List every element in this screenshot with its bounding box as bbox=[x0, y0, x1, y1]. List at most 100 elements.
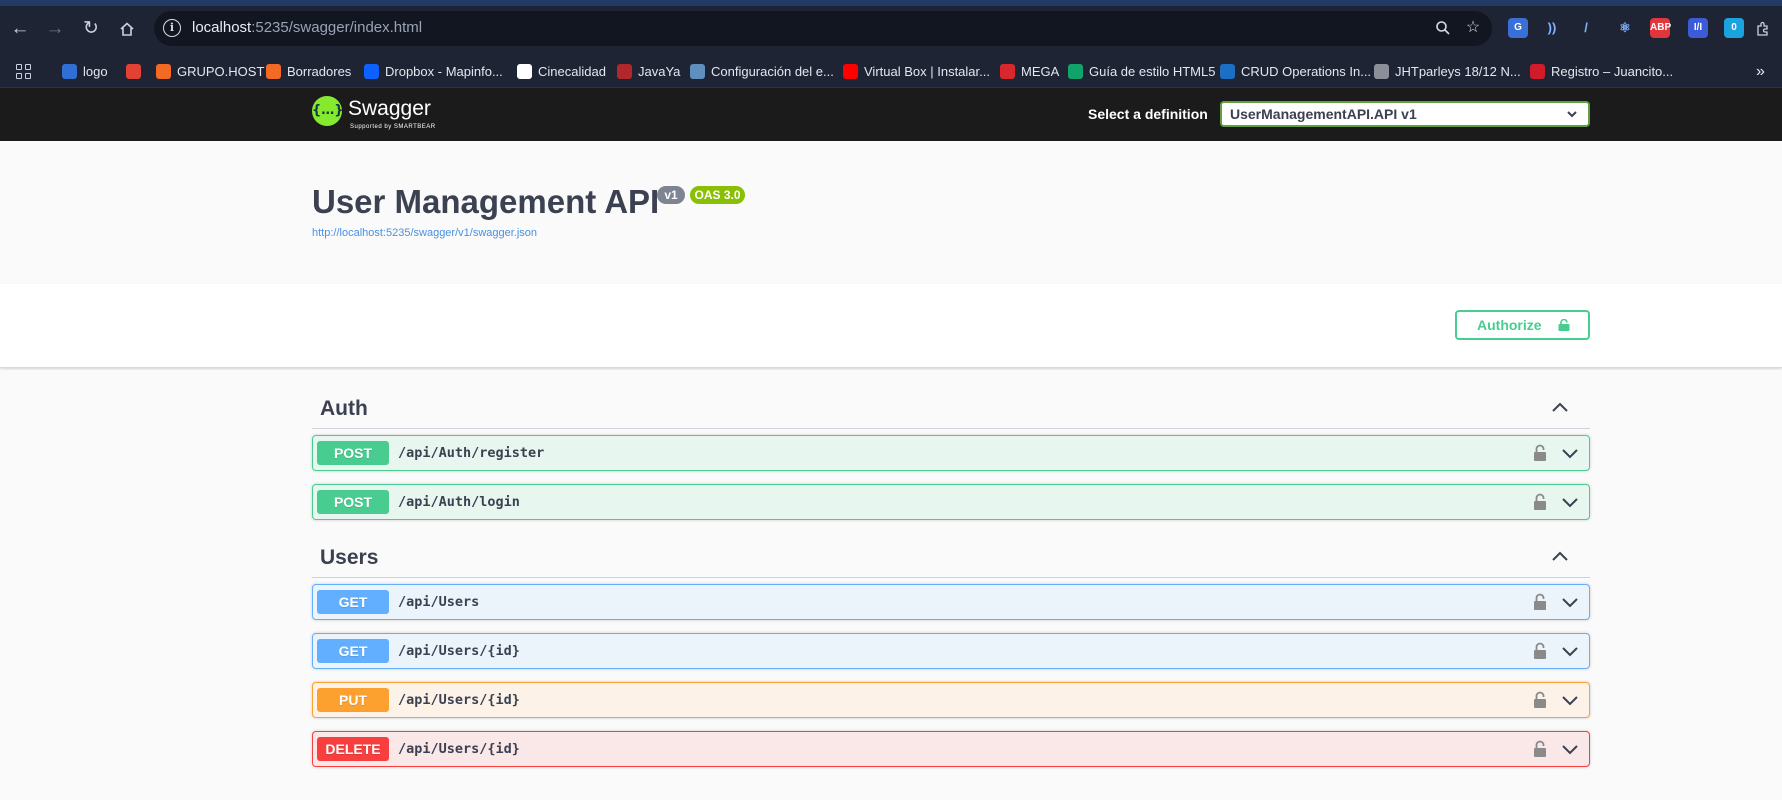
bookmark-item[interactable]: GRUPO.HOST bbox=[156, 62, 264, 82]
definition-select[interactable]: UserManagementAPI.API v1 bbox=[1220, 101, 1590, 127]
adblock-extension-icon[interactable]: ABP bbox=[1650, 18, 1671, 38]
method-badge: POST bbox=[317, 490, 389, 514]
puzzle-extensions-icon[interactable] bbox=[1750, 16, 1776, 42]
bookmark-favicon-icon bbox=[1000, 64, 1015, 79]
bookmark-favicon-icon bbox=[843, 64, 858, 79]
feather-extension-icon[interactable]: / bbox=[1576, 18, 1596, 38]
operation-put[interactable]: PUT/api/Users/{id} bbox=[312, 682, 1590, 718]
address-bar[interactable]: i localhost:5235/swagger/index.html ☆ bbox=[154, 11, 1492, 46]
bookmark-label: logo bbox=[83, 64, 108, 79]
reload-icon[interactable]: ↻ bbox=[78, 16, 104, 42]
url-host: localhost bbox=[192, 19, 252, 36]
apps-grid-icon[interactable] bbox=[16, 64, 32, 80]
bookmark-label: GRUPO.HOST bbox=[177, 64, 265, 79]
bookmark-favicon-icon bbox=[1220, 64, 1235, 79]
method-badge: GET bbox=[317, 590, 389, 614]
bookmark-item[interactable] bbox=[126, 62, 147, 82]
chevron-down-icon[interactable] bbox=[1561, 445, 1579, 463]
bookmark-item[interactable]: Cinecalidad bbox=[517, 62, 606, 82]
wifi-extension-icon[interactable]: )) bbox=[1542, 18, 1562, 38]
forward-arrow-icon[interactable]: → bbox=[42, 16, 68, 42]
unlock-icon bbox=[1558, 319, 1570, 331]
browser-toolbar: ← → ↻ i localhost:5235/swagger/index.htm… bbox=[0, 0, 1782, 56]
definition-select-value: UserManagementAPI.API v1 bbox=[1230, 106, 1417, 122]
bookmark-item[interactable]: Dropbox - Mapinfo... bbox=[364, 62, 503, 82]
method-badge: GET bbox=[317, 639, 389, 663]
bookmark-item[interactable]: MEGA bbox=[1000, 62, 1059, 82]
lock-icon[interactable] bbox=[1533, 444, 1547, 462]
operation-get[interactable]: GET/api/Users bbox=[312, 584, 1590, 620]
operation-delete[interactable]: DELETE/api/Users/{id} bbox=[312, 731, 1590, 767]
bookmark-item[interactable]: Borradores bbox=[266, 62, 351, 82]
swagger-logo-icon[interactable]: {…} bbox=[312, 96, 344, 126]
authorize-button[interactable]: Authorize bbox=[1455, 310, 1590, 340]
swagger-logo-subtext: Supported by SMARTBEAR bbox=[350, 124, 436, 130]
bookmark-item[interactable]: JavaYa bbox=[617, 62, 680, 82]
bookmark-label: JHTparleys 18/12 N... bbox=[1395, 64, 1521, 79]
method-badge: DELETE bbox=[317, 737, 389, 761]
code-extension-icon[interactable]: I/I bbox=[1688, 18, 1708, 38]
operation-post[interactable]: POST/api/Auth/login bbox=[312, 484, 1590, 520]
method-badge: POST bbox=[317, 441, 389, 465]
url-path: :5235/swagger/index.html bbox=[251, 19, 423, 36]
chevron-down-icon[interactable] bbox=[1561, 692, 1579, 710]
bookmark-label: Configuración del e... bbox=[711, 64, 834, 79]
bookmark-favicon-icon bbox=[517, 64, 532, 79]
tag-section-auth[interactable]: Auth bbox=[312, 387, 1590, 429]
bookmark-favicon-icon bbox=[364, 64, 379, 79]
bookmark-star-icon[interactable]: ☆ bbox=[1462, 17, 1484, 39]
operation-get[interactable]: GET/api/Users/{id} bbox=[312, 633, 1590, 669]
operation-path: /api/Auth/login bbox=[398, 494, 520, 510]
swagger-logo-text[interactable]: Swagger bbox=[348, 97, 431, 121]
bookmark-item[interactable]: Registro – Juancito... bbox=[1530, 62, 1673, 82]
chevron-up-icon[interactable] bbox=[1550, 398, 1570, 418]
badge-extension-icon[interactable]: 0 bbox=[1724, 18, 1744, 38]
operation-path: /api/Users/{id} bbox=[398, 643, 520, 659]
chevron-up-icon[interactable] bbox=[1550, 547, 1570, 567]
definition-select-label: Select a definition bbox=[1088, 106, 1208, 122]
spec-url-link[interactable]: http://localhost:5235/swagger/v1/swagger… bbox=[312, 227, 537, 239]
bookmark-favicon-icon bbox=[156, 64, 171, 79]
bookmark-item[interactable]: Configuración del e... bbox=[690, 62, 834, 82]
home-icon[interactable] bbox=[114, 16, 140, 42]
translate-extension-icon[interactable]: G bbox=[1508, 18, 1528, 38]
bookmark-item[interactable]: CRUD Operations In... bbox=[1220, 62, 1371, 82]
bookmark-label: Registro – Juancito... bbox=[1551, 64, 1674, 79]
bookmark-item[interactable]: Virtual Box | Instalar... bbox=[843, 62, 990, 82]
bookmark-favicon-icon bbox=[266, 64, 281, 79]
zoom-icon[interactable] bbox=[1432, 17, 1454, 39]
bookmark-label: JavaYa bbox=[638, 64, 681, 79]
tag-section-users[interactable]: Users bbox=[312, 536, 1590, 578]
oas-badge: OAS 3.0 bbox=[690, 186, 745, 204]
operation-post[interactable]: POST/api/Auth/register bbox=[312, 435, 1590, 471]
bookmark-favicon-icon bbox=[1530, 64, 1545, 79]
lock-icon[interactable] bbox=[1533, 642, 1547, 660]
back-arrow-icon[interactable]: ← bbox=[7, 16, 33, 42]
bookmark-favicon-icon bbox=[690, 64, 705, 79]
lock-icon[interactable] bbox=[1533, 593, 1547, 611]
url-text[interactable]: localhost:5235/swagger/index.html bbox=[192, 19, 422, 36]
more-bookmarks-icon[interactable]: » bbox=[1756, 62, 1765, 82]
method-badge: PUT bbox=[317, 688, 389, 712]
chevron-down-icon[interactable] bbox=[1561, 594, 1579, 612]
bookmark-favicon-icon bbox=[1068, 64, 1083, 79]
chevron-down-icon[interactable] bbox=[1561, 494, 1579, 512]
bookmark-item[interactable]: JHTparleys 18/12 N... bbox=[1374, 62, 1521, 82]
lock-icon[interactable] bbox=[1533, 493, 1547, 511]
site-info-icon[interactable]: i bbox=[163, 19, 181, 37]
bookmark-favicon-icon bbox=[617, 64, 632, 79]
bookmark-item[interactable]: logo bbox=[62, 62, 108, 82]
chevron-down-icon[interactable] bbox=[1561, 741, 1579, 759]
api-title: User Management API bbox=[312, 183, 660, 220]
bookmark-favicon-icon bbox=[126, 64, 141, 79]
version-badge: v1 bbox=[657, 186, 685, 204]
chevron-down-icon[interactable] bbox=[1561, 643, 1579, 661]
operation-path: /api/Auth/register bbox=[398, 445, 545, 461]
lock-icon[interactable] bbox=[1533, 691, 1547, 709]
operation-path: /api/Users bbox=[398, 594, 480, 610]
bookmark-item[interactable]: Guía de estilo HTML5 bbox=[1068, 62, 1215, 82]
react-devtools-extension-icon[interactable]: ⚛ bbox=[1615, 18, 1635, 38]
tab-strip bbox=[0, 0, 1782, 6]
lock-icon[interactable] bbox=[1533, 740, 1547, 758]
bookmark-favicon-icon bbox=[62, 64, 77, 79]
